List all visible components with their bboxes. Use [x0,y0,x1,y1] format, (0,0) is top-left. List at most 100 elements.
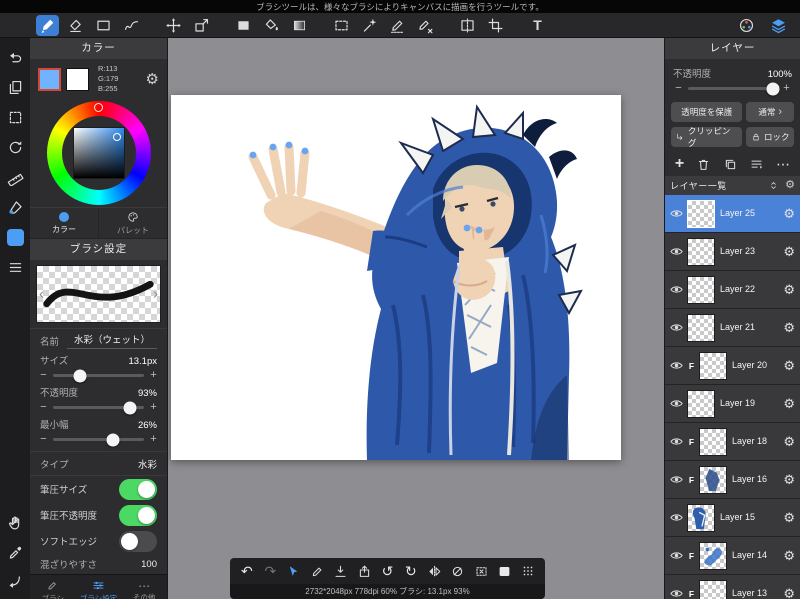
undo-button[interactable]: ↶ [236,561,257,581]
layer-thumbnail[interactable] [687,503,715,532]
strip-brush-button[interactable] [4,196,26,218]
rotate-cw-button[interactable]: ↻ [400,561,421,581]
layer-visibility-eye-icon[interactable] [668,472,684,487]
tab-palette[interactable]: パレット [98,208,167,238]
tab-others[interactable]: ⋯ その他 [121,575,167,599]
brush-preview[interactable]: ‹ › [36,265,161,323]
brush-size-slider[interactable]: − + [30,367,167,384]
tab-brush-settings[interactable]: ブラシ設定 [76,575,122,599]
layer-row[interactable]: F Layer 20 ⚙ [665,347,800,385]
add-layer-button[interactable]: + [675,156,684,172]
layer-visibility-eye-icon[interactable] [668,434,684,449]
layer-settings-gear-icon[interactable]: ⚙ [783,397,797,410]
canvas[interactable] [171,95,621,460]
layer-settings-gear-icon[interactable]: ⚙ [783,359,797,372]
strip-back-button[interactable] [4,571,26,593]
minus-icon[interactable]: − [673,83,684,94]
tool-move[interactable] [162,15,185,36]
layer-row[interactable]: F Layer 13 ⚙ [665,575,800,599]
layer-more-button[interactable]: ⋯ [776,157,790,171]
strip-pages-button[interactable] [4,76,26,98]
delete-layer-button[interactable] [696,157,711,172]
brush-minwidth-slider[interactable]: − + [30,431,167,448]
minus-icon[interactable]: − [38,434,49,445]
flip-button[interactable] [424,561,445,581]
layer-row[interactable]: Layer 15 ⚙ [665,499,800,537]
blend-mode-select[interactable]: 通常 › [746,102,794,122]
layer-settings-gear-icon[interactable]: ⚙ [783,207,797,220]
strip-eyedropper-button[interactable] [4,541,26,563]
tool-deselect-pen[interactable] [414,15,437,36]
layer-settings-gear-icon[interactable]: ⚙ [783,587,797,599]
tool-bucket[interactable] [260,15,283,36]
slider-track[interactable] [53,433,144,446]
minus-icon[interactable]: − [38,402,49,413]
strip-ruler-button[interactable] [4,166,26,188]
layer-row[interactable]: Layer 19 ⚙ [665,385,800,423]
tool-select-pen[interactable] [386,15,409,36]
deselect-button[interactable] [471,561,492,581]
preview-button[interactable] [494,561,515,581]
layer-settings-gear-icon[interactable]: ⚙ [783,435,797,448]
slider-thumb[interactable] [106,433,120,446]
tool-magic-wand[interactable] [358,15,381,36]
strip-hand-button[interactable] [4,511,26,533]
layer-settings-gear-icon[interactable]: ⚙ [783,511,797,524]
lock-button[interactable]: ロック [746,127,794,147]
next-brush-chevron-icon[interactable]: › [153,287,158,302]
layer-row[interactable]: Layer 23 ⚙ [665,233,800,271]
tool-brush[interactable] [36,14,59,36]
layer-visibility-eye-icon[interactable] [668,244,684,259]
layer-row[interactable]: F Layer 16 ⚙ [665,461,800,499]
rotate-ccw-button[interactable]: ↺ [377,561,398,581]
slider-thumb[interactable] [123,401,137,414]
layer-visibility-eye-icon[interactable] [668,396,684,411]
layer-row[interactable]: F Layer 14 ⚙ [665,537,800,575]
tool-divide[interactable] [456,15,479,36]
layer-visibility-eye-icon[interactable] [668,206,684,221]
layer-thumbnail[interactable] [699,427,727,456]
primary-color-swatch[interactable] [38,67,61,91]
layer-row[interactable]: Layer 25 ⚙ [665,195,800,233]
layer-list-settings-gear-icon[interactable]: ⚙ [785,180,795,191]
plus-icon[interactable]: + [148,434,159,445]
plus-icon[interactable]: + [781,83,792,94]
strip-list-button[interactable] [4,256,26,278]
strip-rotate-button[interactable] [4,136,26,158]
tool-crop[interactable] [484,15,507,36]
layer-settings-gear-icon[interactable]: ⚙ [783,283,797,296]
layer-visibility-eye-icon[interactable] [668,586,684,599]
plus-icon[interactable]: + [148,402,159,413]
layer-thumbnail[interactable] [687,199,715,228]
layer-visibility-eye-icon[interactable] [668,510,684,525]
slider-track[interactable] [53,369,144,382]
layer-thumbnail[interactable] [699,541,727,570]
tool-select-rect[interactable] [330,15,353,36]
layer-settings-gear-icon[interactable]: ⚙ [783,473,797,486]
minus-icon[interactable]: − [38,370,49,381]
sort-layers-icon[interactable] [768,180,779,191]
slider-thumb[interactable] [73,369,87,382]
slider-track[interactable] [53,401,144,414]
slider-track[interactable] [688,82,780,95]
brush-name-value[interactable]: 水彩（ウェット） [67,332,157,349]
layer-visibility-eye-icon[interactable] [668,548,684,563]
redo-button[interactable]: ↷ [260,561,281,581]
strip-select-button[interactable] [4,106,26,128]
layer-row[interactable]: F Layer 18 ⚙ [665,423,800,461]
snap-cursor-button[interactable] [283,561,304,581]
layer-thumbnail[interactable] [699,465,727,494]
tool-transform[interactable] [190,15,213,36]
color-wheel[interactable] [46,101,151,205]
color-settings-gear-icon[interactable]: ⚙ [146,72,159,87]
duplicate-layer-button[interactable] [723,157,738,172]
save-button[interactable] [330,561,351,581]
tab-color[interactable]: カラー [30,208,98,238]
tool-fill-rect[interactable] [232,15,255,36]
previous-brush-chevron-icon[interactable]: ‹ [39,287,44,302]
reset-rotation-button[interactable] [447,561,468,581]
tool-gradient[interactable] [288,15,311,36]
toggle-switch[interactable] [119,478,157,500]
color-wheel-panel-button[interactable] [735,15,758,36]
slider-thumb[interactable] [766,82,780,95]
